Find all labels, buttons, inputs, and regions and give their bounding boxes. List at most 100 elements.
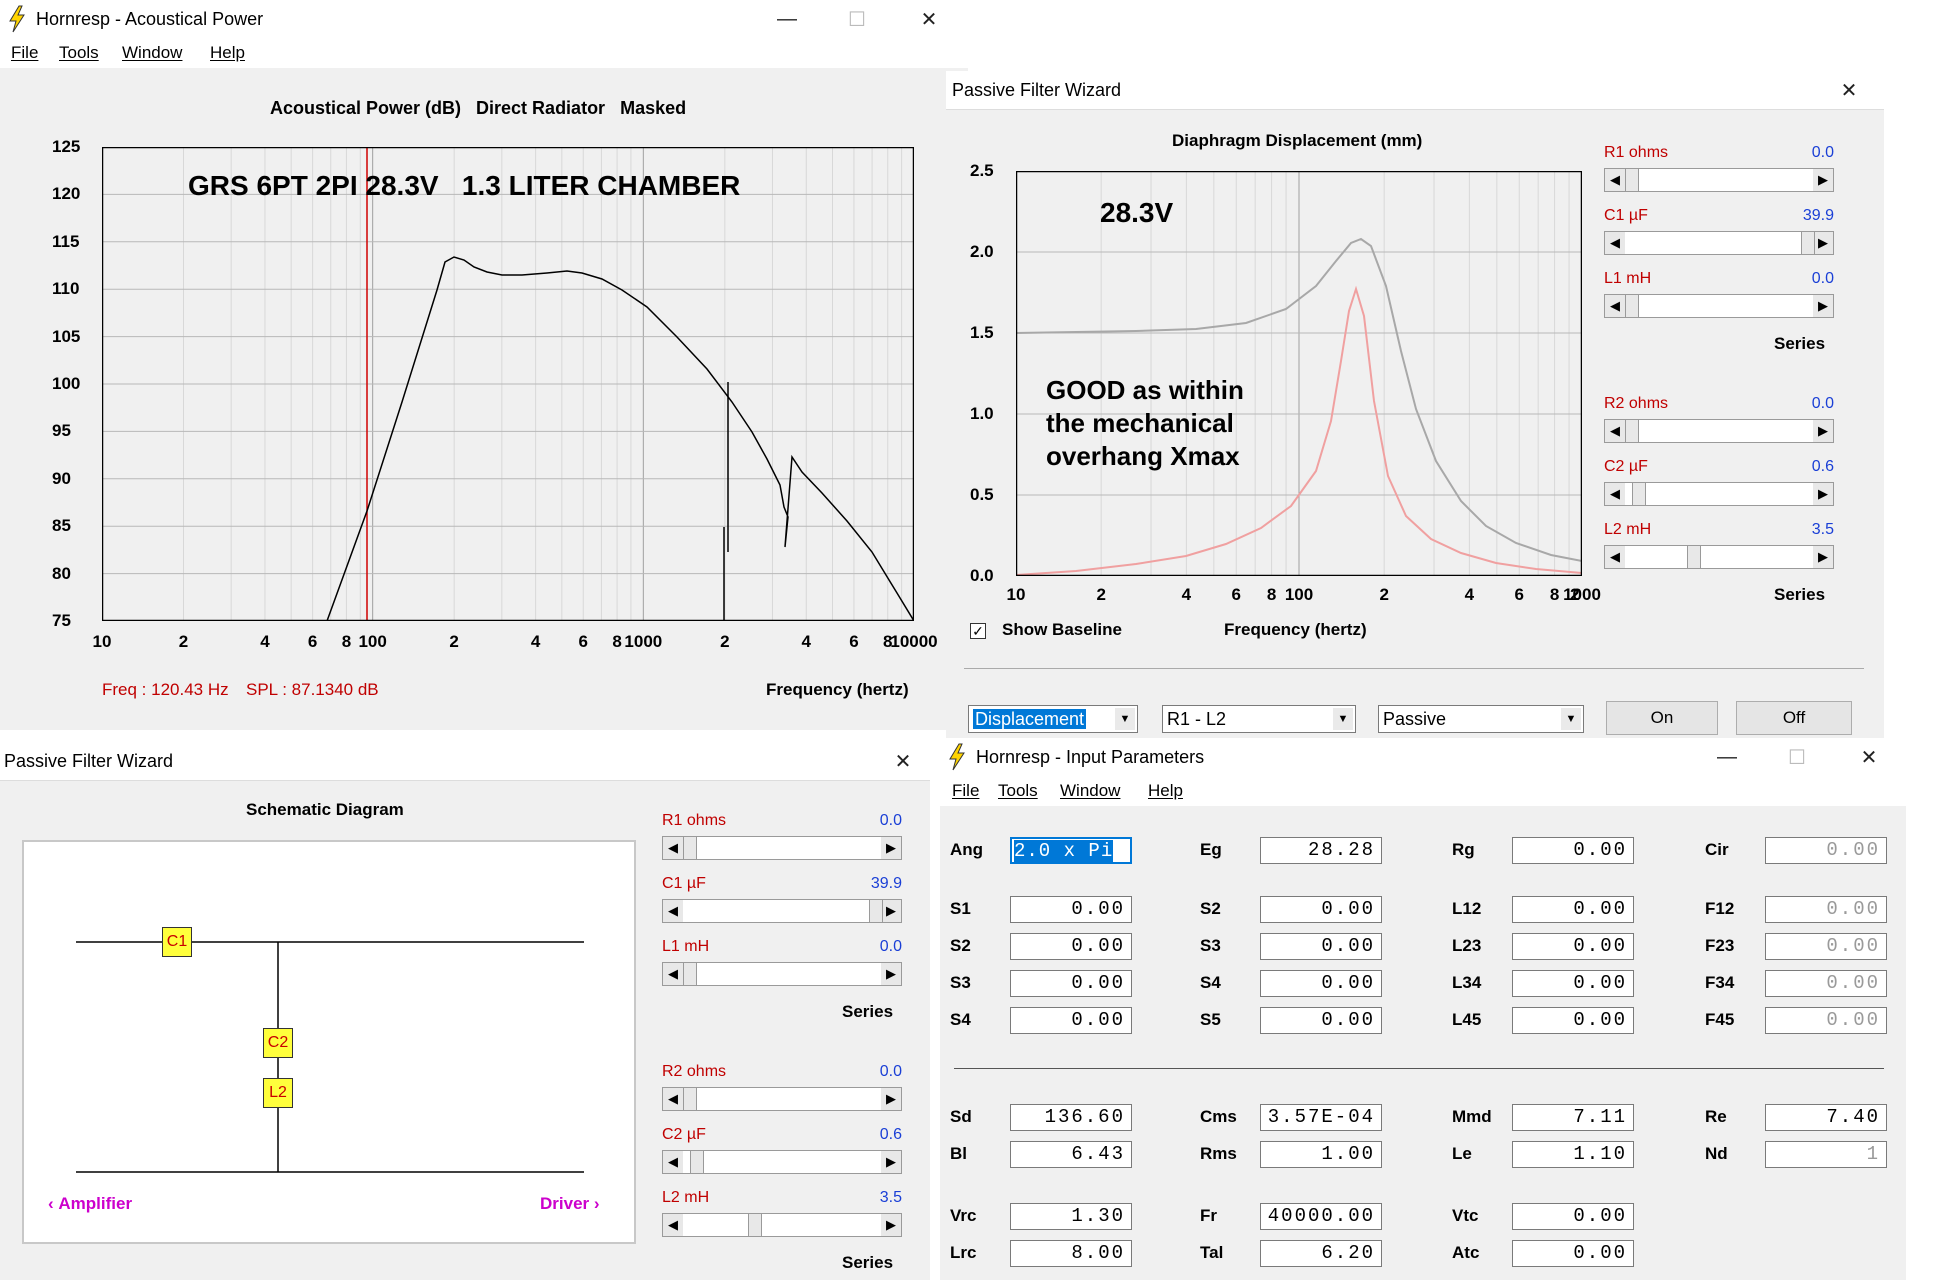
arrow-right-icon[interactable]: ▶ xyxy=(881,837,901,859)
param-field-vrc[interactable]: 1.30 xyxy=(1010,1203,1132,1230)
param-field-f45[interactable]: 0.00 xyxy=(1765,1007,1887,1034)
arrow-left-icon[interactable]: ◀ xyxy=(1605,546,1625,568)
slider-thumb[interactable] xyxy=(690,1151,705,1173)
arrow-right-icon[interactable]: ▶ xyxy=(881,963,901,985)
menu-window[interactable]: Window xyxy=(122,43,182,63)
arrow-right-icon[interactable]: ▶ xyxy=(1813,420,1833,442)
arrow-left-icon[interactable]: ◀ xyxy=(663,963,683,985)
param-field-vtc[interactable]: 0.00 xyxy=(1512,1203,1634,1230)
param-field-le[interactable]: 1.10 xyxy=(1512,1141,1634,1168)
menu-window[interactable]: Window xyxy=(1060,781,1120,801)
arrow-right-icon[interactable]: ▶ xyxy=(1813,483,1833,505)
component-l2[interactable]: L2 xyxy=(263,1078,293,1108)
arrow-left-icon[interactable]: ◀ xyxy=(1605,169,1625,191)
arrow-left-icon[interactable]: ◀ xyxy=(663,900,683,922)
driver-nav[interactable]: Driver › xyxy=(540,1194,600,1214)
close-button[interactable]: ✕ xyxy=(894,2,964,36)
param-field-l12[interactable]: 0.00 xyxy=(1512,896,1634,923)
on-button[interactable]: On xyxy=(1606,701,1718,735)
param-field-f34[interactable]: 0.00 xyxy=(1765,970,1887,997)
slider-track[interactable]: ◀ ▶ xyxy=(1604,545,1834,569)
slider-thumb[interactable] xyxy=(1686,546,1701,568)
slider-track[interactable]: ◀ ▶ xyxy=(1604,294,1834,318)
param-field-fr[interactable]: 40000.00 xyxy=(1260,1203,1382,1230)
arrow-left-icon[interactable]: ◀ xyxy=(1605,483,1625,505)
param-field-s4[interactable]: 0.00 xyxy=(1010,1007,1132,1034)
slider-thumb[interactable] xyxy=(683,837,697,859)
slider-thumb[interactable] xyxy=(683,1088,697,1110)
param-field-ang[interactable]: 2.0 x Pi xyxy=(1010,837,1132,864)
slider-track[interactable]: ◀ ▶ xyxy=(1604,482,1834,506)
param-field-s3[interactable]: 0.00 xyxy=(1010,970,1132,997)
component-c1[interactable]: C1 xyxy=(162,927,192,957)
off-button[interactable]: Off xyxy=(1736,701,1852,735)
param-field-mmd[interactable]: 7.11 xyxy=(1512,1104,1634,1131)
param-field-s4b[interactable]: 0.00 xyxy=(1260,970,1382,997)
arrow-right-icon[interactable]: ▶ xyxy=(881,1151,901,1173)
slider-thumb[interactable] xyxy=(869,900,883,922)
param-field-cms[interactable]: 3.57E-04 xyxy=(1260,1104,1382,1131)
menu-help[interactable]: Help xyxy=(1148,781,1183,801)
arrow-left-icon[interactable]: ◀ xyxy=(1605,295,1625,317)
param-field-re[interactable]: 7.40 xyxy=(1765,1104,1887,1131)
slider-track[interactable]: ◀ ▶ xyxy=(662,1150,902,1174)
arrow-right-icon[interactable]: ▶ xyxy=(1813,169,1833,191)
arrow-right-icon[interactable]: ▶ xyxy=(1813,232,1833,254)
param-field-nd[interactable]: 1 xyxy=(1765,1141,1887,1168)
slider-track[interactable]: ◀ ▶ xyxy=(662,899,902,923)
arrow-right-icon[interactable]: ▶ xyxy=(881,1214,901,1236)
arrow-left-icon[interactable]: ◀ xyxy=(663,837,683,859)
param-field-rms[interactable]: 1.00 xyxy=(1260,1141,1382,1168)
slider-thumb[interactable] xyxy=(748,1214,763,1236)
param-field-lrc[interactable]: 8.00 xyxy=(1010,1240,1132,1267)
menu-file[interactable]: File xyxy=(11,43,38,63)
close-button[interactable]: ✕ xyxy=(868,744,930,778)
param-field-s3b[interactable]: 0.00 xyxy=(1260,933,1382,960)
param-field-l34[interactable]: 0.00 xyxy=(1512,970,1634,997)
slider-thumb[interactable] xyxy=(683,963,697,985)
range-select[interactable]: R1 - L2 ▼ xyxy=(1162,705,1356,733)
param-field-bl[interactable]: 6.43 xyxy=(1010,1141,1132,1168)
maximize-button[interactable]: ☐ xyxy=(822,2,892,36)
slider-thumb[interactable] xyxy=(1625,169,1639,191)
param-field-f23[interactable]: 0.00 xyxy=(1765,933,1887,960)
menu-help[interactable]: Help xyxy=(210,43,245,63)
slider-track[interactable]: ◀ ▶ xyxy=(1604,419,1834,443)
slider-thumb[interactable] xyxy=(1625,295,1639,317)
param-field-tal[interactable]: 6.20 xyxy=(1260,1240,1382,1267)
arrow-right-icon[interactable]: ▶ xyxy=(1813,546,1833,568)
amplifier-nav[interactable]: ‹ Amplifier xyxy=(48,1194,132,1214)
arrow-left-icon[interactable]: ◀ xyxy=(663,1088,683,1110)
param-field-eg[interactable]: 28.28 xyxy=(1260,837,1382,864)
slider-track[interactable]: ◀ ▶ xyxy=(662,1213,902,1237)
arrow-right-icon[interactable]: ▶ xyxy=(881,1088,901,1110)
param-field-f12[interactable]: 0.00 xyxy=(1765,896,1887,923)
slider-track[interactable]: ◀ ▶ xyxy=(662,962,902,986)
param-field-s1[interactable]: 0.00 xyxy=(1010,896,1132,923)
slider-thumb[interactable] xyxy=(1632,483,1647,505)
displacement-chart[interactable] xyxy=(1016,171,1582,576)
param-field-cir[interactable]: 0.00 xyxy=(1765,837,1887,864)
arrow-left-icon[interactable]: ◀ xyxy=(663,1151,683,1173)
param-field-rg[interactable]: 0.00 xyxy=(1512,837,1634,864)
arrow-left-icon[interactable]: ◀ xyxy=(1605,420,1625,442)
param-field-atc[interactable]: 0.00 xyxy=(1512,1240,1634,1267)
minimize-button[interactable]: — xyxy=(752,2,822,36)
maximize-button[interactable]: ☐ xyxy=(1762,740,1832,774)
param-field-l45[interactable]: 0.00 xyxy=(1512,1007,1634,1034)
component-c2[interactable]: C2 xyxy=(263,1028,293,1058)
type-select[interactable]: Passive ▼ xyxy=(1378,705,1584,733)
show-baseline-checkbox[interactable]: ✓ xyxy=(970,623,986,639)
param-field-s2b[interactable]: 0.00 xyxy=(1260,896,1382,923)
minimize-button[interactable]: — xyxy=(1692,740,1762,774)
power-chart[interactable] xyxy=(102,147,914,621)
slider-track[interactable]: ◀ ▶ xyxy=(662,1087,902,1111)
slider-thumb[interactable] xyxy=(1625,420,1639,442)
slider-track[interactable]: ◀ ▶ xyxy=(1604,231,1834,255)
arrow-right-icon[interactable]: ▶ xyxy=(881,900,901,922)
mode-select[interactable]: Displacement ▼ xyxy=(968,705,1138,733)
arrow-right-icon[interactable]: ▶ xyxy=(1813,295,1833,317)
menu-tools[interactable]: Tools xyxy=(59,43,99,63)
arrow-left-icon[interactable]: ◀ xyxy=(663,1214,683,1236)
param-field-l23[interactable]: 0.00 xyxy=(1512,933,1634,960)
